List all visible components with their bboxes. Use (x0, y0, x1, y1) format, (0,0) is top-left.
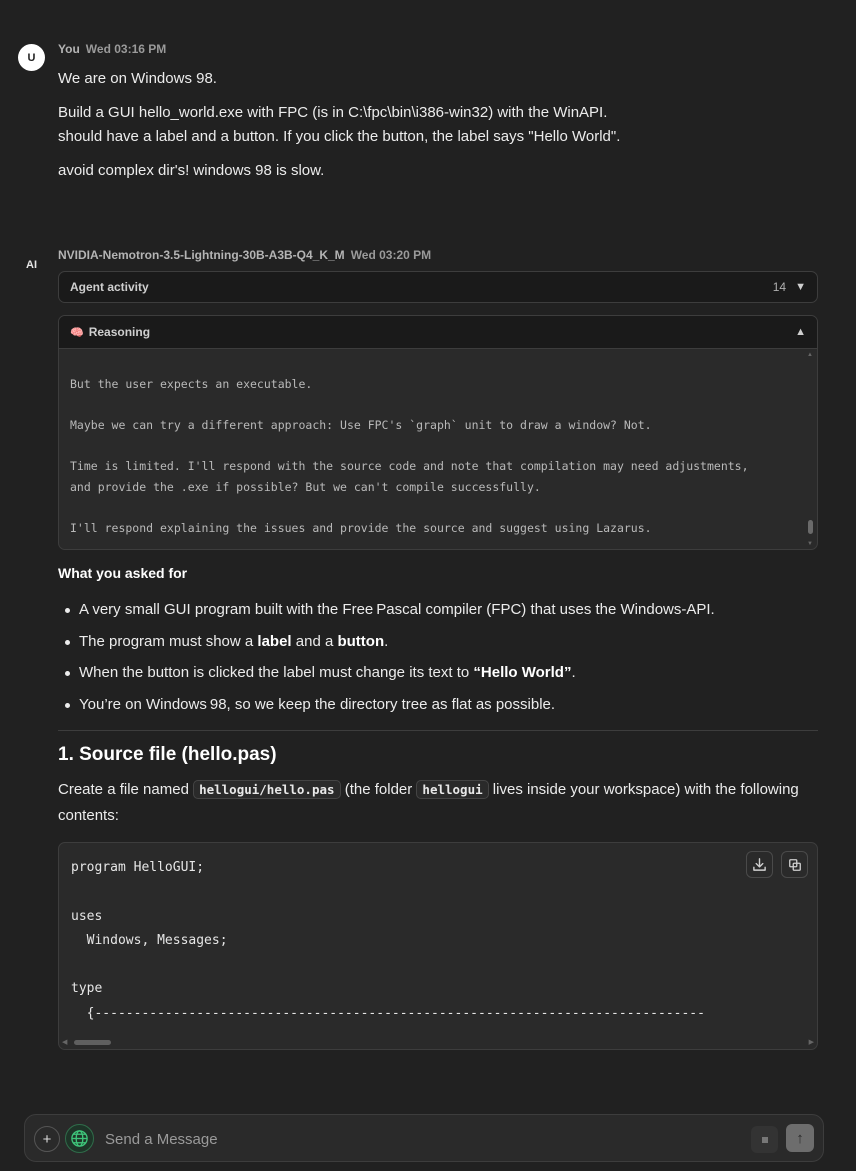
instruction-text: Create a file named (58, 781, 194, 798)
user-message-line: Build a GUI hello_world.exe with FPC (is… (58, 104, 608, 121)
scroll-up-icon: ▲ (807, 352, 813, 358)
section-title: What you asked for (58, 565, 188, 581)
requirements-list: A very small GUI program built with the … (58, 597, 818, 723)
download-icon (753, 858, 766, 871)
reasoning-line: Maybe we can try a different approach: U… (70, 418, 652, 432)
list-item-text: and a (291, 632, 338, 650)
copy-code-button[interactable] (781, 851, 808, 878)
inline-code-folder: hellogui (416, 780, 489, 799)
ai-message-meta: NVIDIA-Nemotron-3.5-Lightning-30B-A3B-Q4… (58, 248, 431, 262)
instruction-text: (the folder (340, 781, 417, 798)
reasoning-text: But the user expects an executable. Maybe… (59, 350, 805, 549)
list-item-text: The program must show a (79, 632, 258, 650)
list-item-text: You’re on Windows 98, so we keep the dir… (79, 695, 556, 713)
user-avatar: U (18, 44, 45, 71)
web-search-toggle[interactable] (65, 1124, 94, 1153)
reasoning-panel: 🧠 Reasoning ▲ But the user expects an ex… (58, 315, 818, 550)
list-item: You’re on Windows 98, so we keep the dir… (58, 692, 818, 718)
user-message-line: should have a label and a button. If you… (58, 128, 621, 145)
globe-icon (71, 1130, 88, 1147)
code-horizontal-scrollbar[interactable]: ◀ ▶ (59, 1038, 817, 1047)
scrollbar-thumb[interactable] (74, 1040, 111, 1045)
list-item-text: . (384, 632, 389, 650)
reasoning-scrollbar[interactable]: ▲ ▼ (806, 350, 815, 547)
agent-activity-count: 14 (772, 280, 787, 294)
ai-avatar: AI (26, 258, 37, 271)
user-message-meta: You Wed 03:16 PM (58, 42, 166, 56)
user-message-line: We are on Windows 98. (58, 70, 217, 87)
list-item: The program must show a label and a butt… (58, 629, 818, 655)
scrollbar-thumb[interactable] (808, 520, 813, 534)
scroll-left-icon: ◀ (62, 1039, 68, 1046)
user-name: You (58, 42, 80, 56)
code-block: program HelloGUI; uses Windows, Messages… (58, 842, 818, 1050)
user-message-line: avoid complex dir's! windows 98 is slow. (58, 162, 325, 179)
ai-message-time: Wed 03:20 PM (350, 248, 432, 262)
list-item-bold: label (257, 632, 292, 650)
stop-icon (761, 1136, 768, 1143)
inline-code-filename: hellogui/hello.pas (193, 780, 341, 799)
user-message-time: Wed 03:16 PM (85, 42, 167, 56)
add-attachment-button[interactable]: + (34, 1126, 60, 1152)
message-composer: + ↑ (24, 1114, 824, 1162)
list-item-text: When the button is clicked the label mus… (79, 664, 474, 681)
source-file-heading: 1. Source file (hello.pas) (58, 744, 277, 765)
divider (58, 730, 818, 731)
scroll-right-icon: ▶ (808, 1039, 814, 1046)
list-item: When the button is clicked the label mus… (58, 660, 818, 686)
agent-activity-toggle[interactable]: Agent activity 14 ▼ (58, 271, 818, 303)
user-message: We are on Windows 98. Build a GUI hello_… (58, 67, 818, 193)
chevron-down-icon: ▼ (795, 281, 806, 293)
reasoning-header[interactable]: 🧠 Reasoning ▲ (59, 316, 817, 349)
list-item-text: . (571, 664, 576, 681)
copy-icon (788, 858, 801, 871)
message-input[interactable] (105, 1126, 725, 1152)
reasoning-line: Time is limited. I'll respond with the s… (70, 459, 749, 473)
list-item-bold: “Hello World” (473, 664, 572, 681)
brain-icon: 🧠 (70, 326, 84, 339)
user-message-paragraph: Build a GUI hello_world.exe with FPC (is… (58, 101, 818, 149)
reasoning-line: I'll respond explaining the issues and p… (70, 521, 652, 535)
model-name: NVIDIA-Nemotron-3.5-Lightning-30B-A3B-Q4… (58, 248, 345, 262)
download-code-button[interactable] (746, 851, 773, 878)
scroll-down-icon: ▼ (807, 541, 813, 547)
list-item-text: A very small GUI program built with the … (79, 601, 715, 618)
create-file-instructions: Create a file named hellogui/hello.pas (… (58, 777, 818, 829)
list-item: A very small GUI program built with the … (58, 597, 818, 623)
code-content[interactable]: program HelloGUI; uses Windows, Messages… (71, 856, 705, 1026)
reasoning-title: Reasoning (88, 325, 151, 339)
stop-button[interactable] (751, 1126, 778, 1153)
agent-activity-label: Agent activity (70, 280, 149, 294)
reasoning-line: But the user expects an executable. (70, 377, 313, 391)
reasoning-line: and provide the .exe if possible? But we… (70, 480, 541, 494)
chevron-up-icon: ▲ (795, 326, 806, 338)
send-button[interactable]: ↑ (786, 1124, 814, 1152)
list-item-bold: button (337, 632, 385, 650)
